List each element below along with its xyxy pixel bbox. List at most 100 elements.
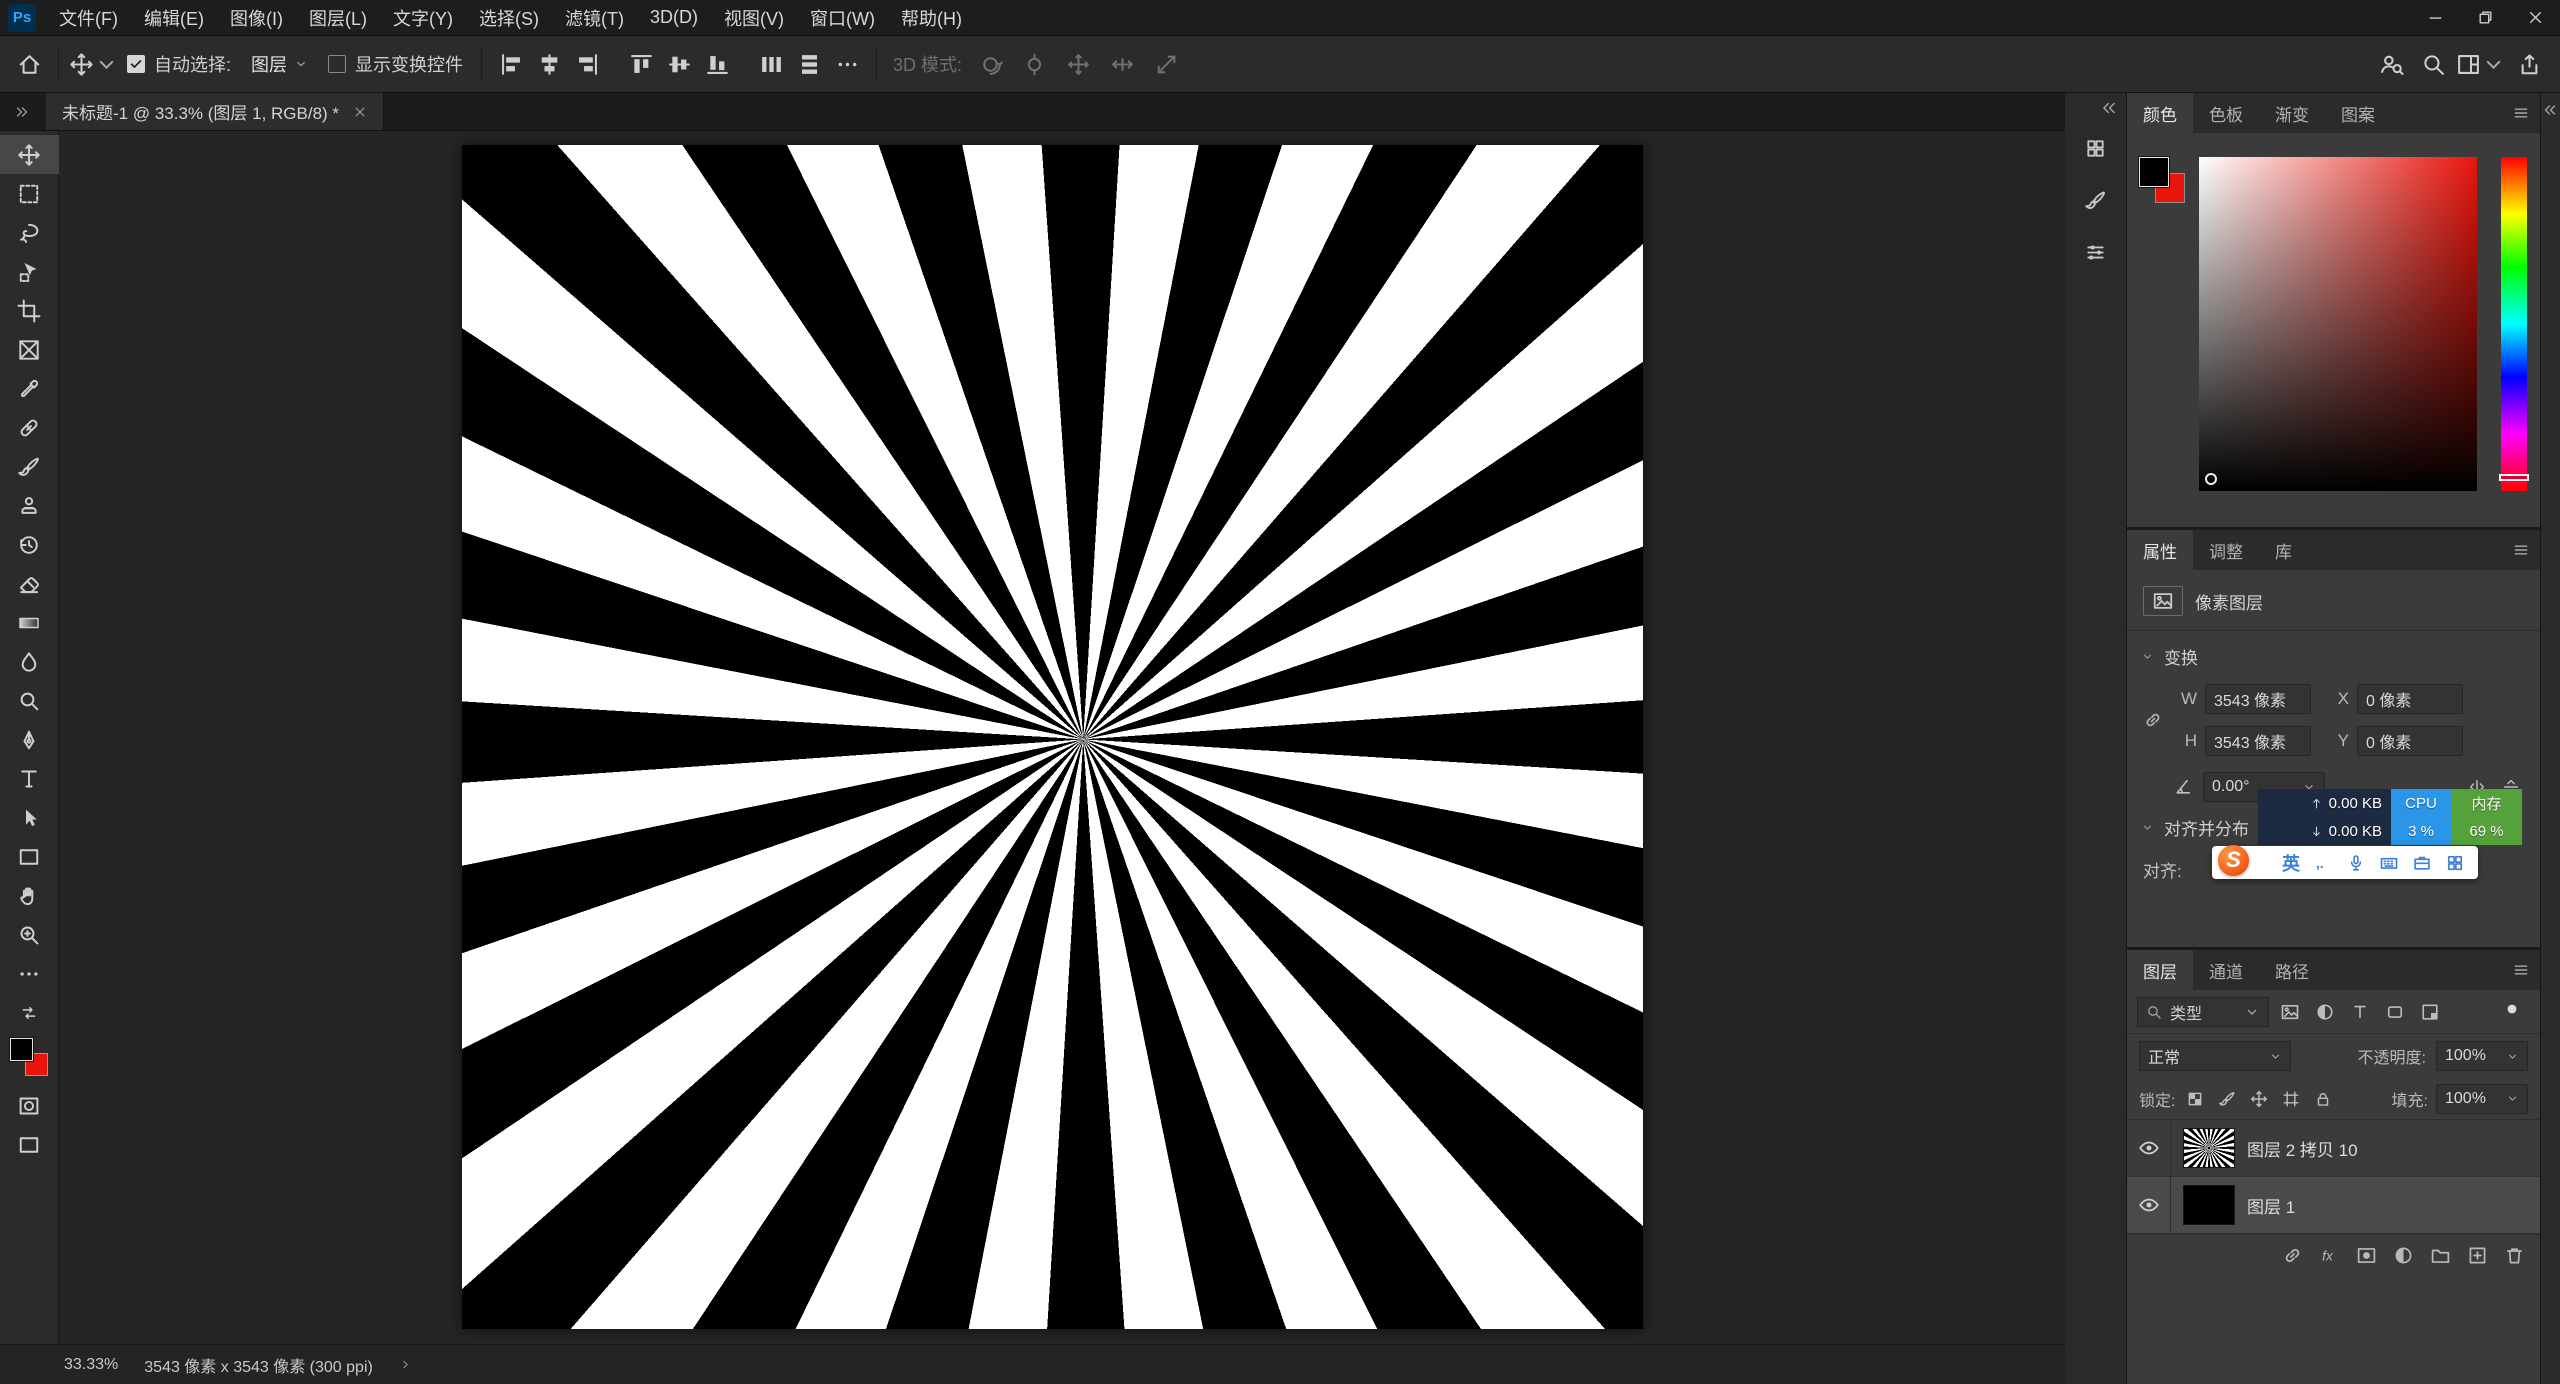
delete-layer-button[interactable]	[2498, 1240, 2530, 1272]
toolbar-expand-control[interactable]	[0, 93, 46, 130]
path-selection-tool[interactable]	[0, 798, 59, 837]
menubar-item[interactable]: 滤镜(T)	[552, 0, 637, 36]
align-right-edges-button[interactable]	[568, 44, 606, 84]
filter-type-layers-icon[interactable]	[2346, 998, 2374, 1026]
ime-grid-button[interactable]	[2445, 853, 2465, 873]
account-search-button[interactable]	[2372, 44, 2410, 84]
blur-tool[interactable]	[0, 642, 59, 681]
panel-tab[interactable]: 颜色	[2127, 93, 2193, 133]
3d-slide-button[interactable]	[1103, 44, 1141, 84]
link-layers-button[interactable]	[2276, 1240, 2308, 1272]
hue-slider[interactable]	[2501, 157, 2527, 491]
ime-toolbar[interactable]: S 英 ,.	[2212, 846, 2478, 879]
gradient-tool[interactable]	[0, 603, 59, 642]
quick-mask-button[interactable]	[0, 1086, 59, 1125]
swap-colors-button[interactable]	[0, 993, 59, 1032]
layer-effects-button[interactable]: fx	[2313, 1240, 2345, 1272]
lock-all-icon[interactable]	[2311, 1087, 2335, 1111]
expand-panels-icon[interactable]	[2100, 99, 2118, 117]
screen-mode-button[interactable]	[0, 1125, 59, 1164]
pen-tool[interactable]	[0, 720, 59, 759]
panel-menu-button[interactable]	[2502, 530, 2540, 570]
foreground-color-swatch[interactable]	[10, 1038, 33, 1061]
share-button[interactable]	[2510, 44, 2548, 84]
filter-shape-layers-icon[interactable]	[2381, 998, 2409, 1026]
layer-filter-type-dropdown[interactable]: 类型	[2137, 997, 2269, 1027]
document-canvas[interactable]	[462, 145, 1643, 1329]
eraser-tool[interactable]	[0, 564, 59, 603]
menubar-item[interactable]: 帮助(H)	[888, 0, 975, 36]
align-horizontal-centers-button[interactable]	[530, 44, 568, 84]
menubar-item[interactable]: 窗口(W)	[797, 0, 888, 36]
hue-slider-handle[interactable]	[2499, 474, 2529, 481]
tab-close-icon[interactable]	[353, 105, 367, 119]
lock-image-pixels-icon[interactable]	[2215, 1087, 2239, 1111]
constrain-proportions-toggle[interactable]	[2135, 682, 2171, 758]
menubar-item[interactable]: 文字(Y)	[380, 0, 466, 36]
panel-tab[interactable]: 通道	[2193, 950, 2259, 990]
lasso-tool[interactable]	[0, 213, 59, 252]
panel-menu-button[interactable]	[2502, 950, 2540, 990]
frame-tool[interactable]	[0, 330, 59, 369]
align-left-edges-button[interactable]	[492, 44, 530, 84]
3d-scale-button[interactable]	[1147, 44, 1185, 84]
canvas-pasteboard[interactable]	[59, 131, 2065, 1344]
sogou-logo[interactable]: S	[2218, 845, 2249, 876]
move-tool[interactable]	[0, 135, 59, 174]
x-input[interactable]: 0 像素	[2357, 684, 2463, 714]
width-input[interactable]: 3543 像素	[2205, 684, 2311, 714]
hand-tool[interactable]	[0, 876, 59, 915]
align-vertical-centers-button[interactable]	[660, 44, 698, 84]
panel-tab[interactable]: 库	[2259, 530, 2308, 570]
transform-section-header[interactable]: 变换	[2127, 631, 2540, 682]
panel-tab[interactable]: 调整	[2193, 530, 2259, 570]
rectangle-tool[interactable]	[0, 837, 59, 876]
add-layer-mask-button[interactable]	[2350, 1240, 2382, 1272]
zoom-level-field[interactable]: 33.33%	[64, 1356, 118, 1374]
collapsed-brush-panel-icon[interactable]	[2073, 179, 2119, 221]
clone-stamp-tool[interactable]	[0, 486, 59, 525]
menubar-item[interactable]: 3D(D)	[637, 0, 711, 36]
filter-adjustment-layers-icon[interactable]	[2311, 998, 2339, 1026]
panel-menu-button[interactable]	[2502, 93, 2540, 133]
distribute-horizontally-button[interactable]	[752, 44, 790, 84]
foreground-color-swatch[interactable]	[2139, 157, 2169, 187]
zoom-tool[interactable]	[0, 915, 59, 954]
filter-toggle-button[interactable]	[2504, 999, 2530, 1025]
panel-color-swatches[interactable]	[2139, 157, 2185, 203]
ime-keyboard-button[interactable]	[2379, 853, 2399, 873]
distribute-vertically-button[interactable]	[790, 44, 828, 84]
rectangular-marquee-tool[interactable]	[0, 174, 59, 213]
menubar-item[interactable]: 编辑(E)	[131, 0, 217, 36]
restore-button[interactable]	[2460, 0, 2510, 36]
saturation-brightness-field[interactable]	[2199, 157, 2477, 491]
panel-tab[interactable]: 属性	[2127, 530, 2193, 570]
tool-preset-button[interactable]	[69, 44, 119, 84]
align-top-edges-button[interactable]	[622, 44, 660, 84]
fill-dropdown[interactable]: 100%	[2436, 1084, 2528, 1114]
panel-tab[interactable]: 图案	[2325, 93, 2391, 133]
opacity-dropdown[interactable]: 100%	[2436, 1041, 2528, 1071]
show-transform-controls-checkbox[interactable]: 显示变换控件	[328, 51, 463, 77]
lock-transparent-pixels-icon[interactable]	[2183, 1087, 2207, 1111]
collapsed-history-panel-icon[interactable]	[2073, 127, 2119, 169]
panel-tab[interactable]: 路径	[2259, 950, 2325, 990]
search-button[interactable]	[2414, 44, 2452, 84]
type-tool[interactable]	[0, 759, 59, 798]
new-layer-button[interactable]	[2461, 1240, 2493, 1272]
more-align-options-button[interactable]	[828, 44, 866, 84]
status-chevron-icon[interactable]	[399, 1358, 412, 1371]
menubar-item[interactable]: 视图(V)	[711, 0, 797, 36]
document-tab[interactable]: 未标题-1 @ 33.3% (图层 1, RGB/8) *	[46, 93, 384, 130]
lock-position-icon[interactable]	[2247, 1087, 2271, 1111]
toolbar-color-swatches[interactable]	[10, 1038, 48, 1076]
3d-pan-button[interactable]	[1059, 44, 1097, 84]
object-selection-tool[interactable]	[0, 252, 59, 291]
filter-pixel-layers-icon[interactable]	[2276, 998, 2304, 1026]
ime-language-button[interactable]: 英	[2262, 850, 2300, 876]
history-brush-tool[interactable]	[0, 525, 59, 564]
ime-toolbox-button[interactable]	[2412, 853, 2432, 873]
crop-tool[interactable]	[0, 291, 59, 330]
brush-tool[interactable]	[0, 447, 59, 486]
menubar-item[interactable]: 文件(F)	[46, 0, 131, 36]
